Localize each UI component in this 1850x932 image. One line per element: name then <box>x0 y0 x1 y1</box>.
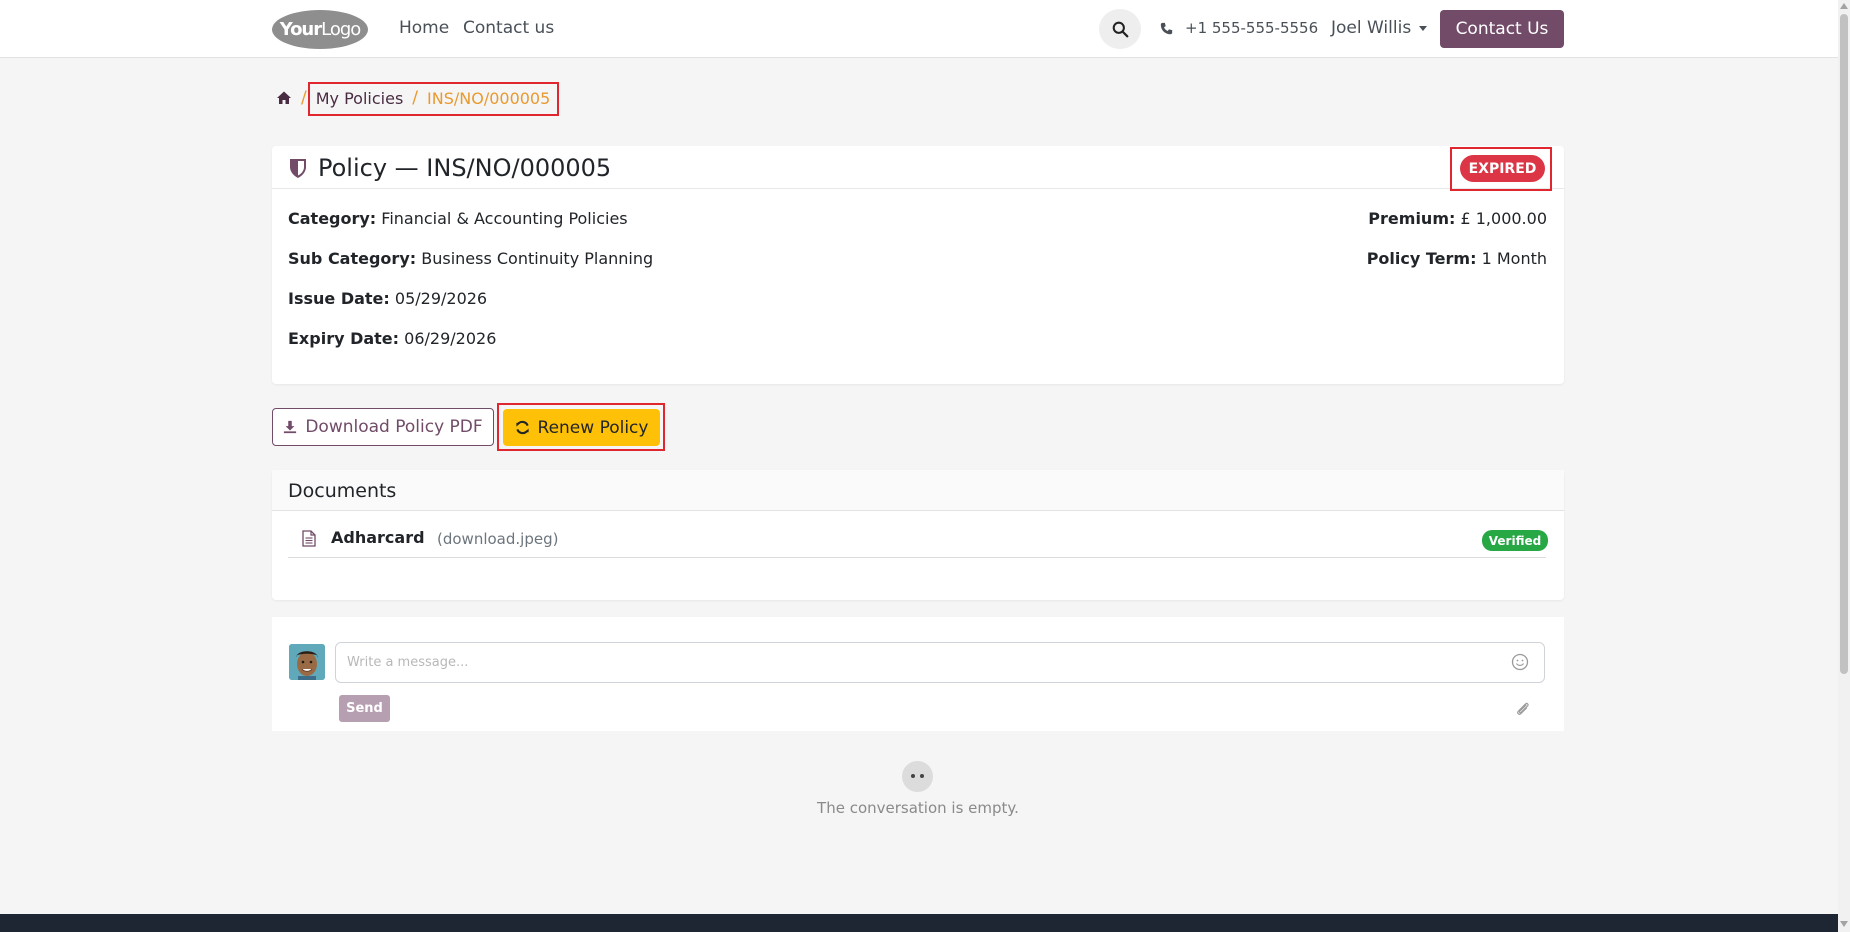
user-avatar-icon <box>289 644 325 680</box>
expiry-date-field: Expiry Date: 06/29/2026 <box>288 329 496 348</box>
issue-date-field: Issue Date: 05/29/2026 <box>288 289 487 308</box>
scrollbar-thumb[interactable] <box>1840 14 1848 674</box>
scroll-down-icon[interactable] <box>1840 921 1848 927</box>
premium-value: £ 1,000.00 <box>1460 209 1547 228</box>
paperclip-icon[interactable] <box>1514 700 1532 718</box>
expiry-date-label: Expiry Date: <box>288 329 400 348</box>
vertical-scrollbar[interactable] <box>1838 0 1850 932</box>
company-logo[interactable]: Your Logo <box>272 10 368 49</box>
sub-category-field: Sub Category: Business Continuity Planni… <box>288 249 653 268</box>
contact-us-button[interactable]: Contact Us <box>1440 10 1564 48</box>
phone-number: +1 555-555-5556 <box>1185 19 1319 37</box>
message-input[interactable] <box>335 642 1545 683</box>
avatar <box>289 644 325 680</box>
document-filename: (download.jpeg) <box>437 530 559 548</box>
document-row[interactable]: Adharcard (download.jpeg) Verified <box>288 522 1548 558</box>
policy-term-label: Policy Term: <box>1366 249 1477 268</box>
search-icon <box>1112 21 1128 37</box>
breadcrumb-separator: / <box>301 88 307 108</box>
premium-label: Premium: <box>1368 209 1456 228</box>
caret-down-icon <box>1419 25 1428 31</box>
scroll-up-icon[interactable] <box>1840 3 1848 9</box>
category-label: Category: <box>288 209 377 228</box>
issue-date-value: 05/29/2026 <box>394 289 488 308</box>
home-icon[interactable] <box>276 90 292 106</box>
file-icon <box>302 530 316 547</box>
documents-card: Documents Adharcard (download.jpeg) Veri… <box>272 470 1564 600</box>
user-name: Joel Willis <box>1331 18 1412 38</box>
policy-term-value: 1 Month <box>1481 249 1547 268</box>
expiry-date-value: 06/29/2026 <box>404 329 497 348</box>
empty-conversation-text: The conversation is empty. <box>817 799 1019 817</box>
logo-text-logo: Logo <box>321 19 361 40</box>
emoji-icon[interactable] <box>1510 652 1530 672</box>
logo-text-your: Your <box>279 19 322 40</box>
category-value: Financial & Accounting Policies <box>381 209 628 228</box>
document-name: Adharcard <box>331 528 425 547</box>
phone-link[interactable]: +1 555-555-5556 <box>1160 19 1318 37</box>
renew-policy-label: Renew Policy <box>537 417 649 438</box>
policy-title: Policy — INS/NO/000005 <box>318 154 612 182</box>
nav-home[interactable]: Home <box>399 18 449 38</box>
documents-title: Documents <box>288 480 397 502</box>
download-icon <box>284 420 297 434</box>
policy-term-field: Policy Term: 1 Month <box>1367 249 1547 268</box>
policy-card-header: Policy — INS/NO/000005 <box>272 146 1564 189</box>
top-navbar: Your Logo Home Contact us +1 555-555-5556… <box>0 0 1838 58</box>
refresh-icon <box>515 420 529 435</box>
renew-policy-button[interactable]: Renew Policy <box>503 409 660 446</box>
send-button[interactable]: Send <box>339 695 390 722</box>
verified-badge: Verified <box>1482 530 1548 551</box>
policy-card: Policy — INS/NO/000005 Category: Financi… <box>272 146 1564 384</box>
empty-conversation-icon <box>902 761 933 792</box>
shield-icon <box>290 159 306 178</box>
issue-date-label: Issue Date: <box>288 289 390 308</box>
sub-category-label: Sub Category: <box>288 249 417 268</box>
category-field: Category: Financial & Accounting Policie… <box>288 209 628 228</box>
sub-category-value: Business Continuity Planning <box>421 249 654 268</box>
page-footer <box>0 914 1838 932</box>
documents-header: Documents <box>272 470 1564 511</box>
status-badge: EXPIRED <box>1460 155 1545 182</box>
breadcrumb-highlight-box <box>308 82 559 116</box>
search-button[interactable] <box>1099 9 1141 49</box>
nav-contact-us[interactable]: Contact us <box>463 18 554 38</box>
phone-icon <box>1160 22 1173 34</box>
chatter-composer: Send <box>272 617 1564 731</box>
download-policy-pdf-button[interactable]: Download Policy PDF <box>272 408 494 446</box>
user-menu[interactable]: Joel Willis <box>1331 18 1428 38</box>
premium-field: Premium: £ 1,000.00 <box>1368 209 1547 228</box>
download-policy-pdf-label: Download Policy PDF <box>305 417 483 437</box>
